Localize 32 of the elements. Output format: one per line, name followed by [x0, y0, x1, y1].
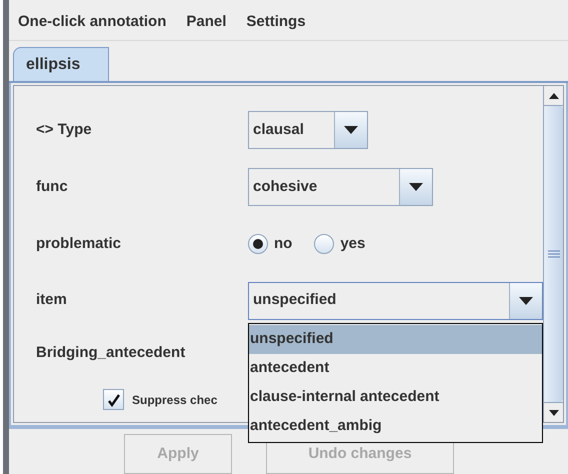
- down-arrow-icon: [548, 410, 558, 416]
- tab[interactable]: ellipsis: [13, 47, 110, 81]
- dropdown-option[interactable]: unspecified: [249, 324, 542, 354]
- menu-item[interactable]: One-click annotation: [18, 11, 166, 34]
- field-label: <> Type: [36, 120, 93, 140]
- dropdown[interactable]: cohesive: [248, 168, 433, 206]
- scrollbar[interactable]: [543, 86, 563, 422]
- field-label: item: [36, 290, 68, 310]
- dropdown-value: clausal: [252, 120, 305, 140]
- radio-button[interactable]: [248, 234, 268, 254]
- radio-label: no: [274, 234, 292, 254]
- radio-button[interactable]: [314, 234, 334, 254]
- dropdown[interactable]: clausal: [248, 111, 368, 150]
- dropdown-value: cohesive: [252, 176, 318, 197]
- field-label: Bridging_antecedent: [36, 342, 186, 363]
- dropdown-option[interactable]: clause-internal antecedent: [249, 382, 542, 412]
- dropdown-option[interactable]: antecedent: [249, 354, 542, 383]
- menu-item[interactable]: Settings: [246, 11, 306, 34]
- field-label: problematic: [36, 234, 122, 254]
- menu-item[interactable]: Panel: [186, 11, 226, 34]
- up-arrow-icon: [548, 92, 558, 98]
- grip-icon: [548, 250, 560, 258]
- checkbox[interactable]: [103, 389, 124, 410]
- caret-icon: [344, 126, 358, 134]
- field-label: func: [36, 176, 69, 197]
- dropdown[interactable]: unspecified: [248, 282, 543, 320]
- caret-icon: [409, 183, 423, 192]
- checkmark-icon: [106, 392, 120, 407]
- radio-label: yes: [340, 234, 366, 254]
- dropdown-value: unspecified: [252, 290, 338, 310]
- caret-icon: [519, 296, 533, 305]
- checkbox-label: Suppress chec: [132, 392, 218, 409]
